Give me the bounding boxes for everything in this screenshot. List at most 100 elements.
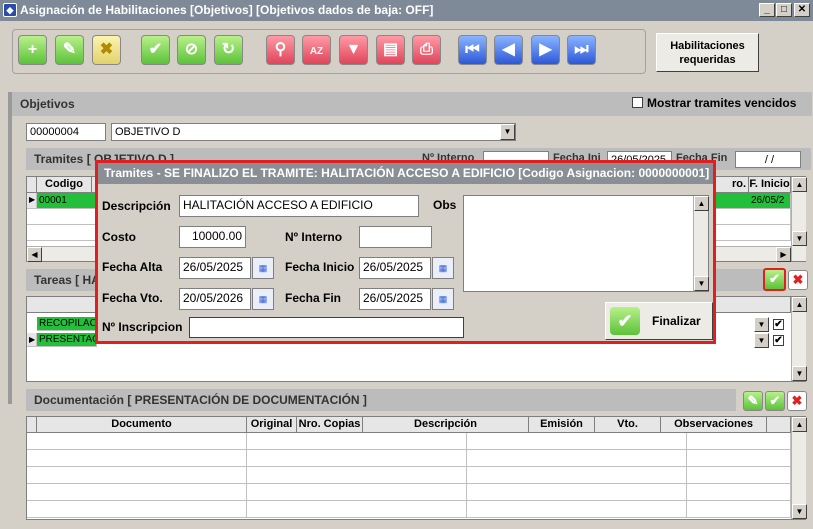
prev-icon: ◀ — [502, 41, 515, 58]
ninscripcion-label: Nº Inscripcion — [102, 320, 183, 334]
report-button[interactable]: ▤ — [376, 35, 405, 65]
scroll-down-icon[interactable]: ▼ — [792, 504, 807, 519]
window-title: Asignación de Habilitaciones [Objetivos]… — [20, 3, 434, 17]
print-icon: ⎙ — [420, 41, 433, 58]
doc-col-1[interactable]: Documento — [37, 417, 247, 433]
close-button[interactable]: ✕ — [794, 3, 810, 17]
descripcion-label: Descripción — [102, 199, 171, 213]
doc-col-2[interactable]: Original — [247, 417, 297, 433]
fecha-vto-label: Fecha Vto. — [102, 291, 163, 305]
calendar-icon[interactable]: ▦ — [252, 257, 274, 279]
doc-edit-button[interactable]: ✎ — [743, 391, 763, 411]
scroll-up-icon[interactable]: ▲ — [694, 196, 709, 211]
objetivo-code-field[interactable]: 00000004 — [26, 123, 106, 141]
doc-cancel-button[interactable]: ✖ — [787, 391, 807, 411]
scroll-up-icon[interactable]: ▲ — [792, 177, 807, 192]
doc-col-5[interactable]: Emisión — [529, 417, 595, 433]
scroll-right-icon[interactable]: ▶ — [776, 247, 791, 262]
add-button[interactable]: + — [18, 35, 47, 65]
tarea-row-2[interactable]: PRESENTAC — [37, 333, 97, 347]
chevron-down-icon[interactable]: ▼ — [754, 333, 769, 348]
next-button[interactable]: ▶ — [531, 35, 560, 65]
chevron-down-icon[interactable]: ▼ — [500, 124, 515, 140]
table-row[interactable] — [27, 450, 791, 467]
fecha-inicio-field[interactable]: 26/05/2025 — [359, 257, 431, 279]
scroll-up-icon[interactable]: ▲ — [792, 417, 807, 432]
window-titlebar: ◆ Asignación de Habilitaciones [Objetivo… — [0, 0, 813, 21]
delete-button[interactable]: ✖ — [92, 35, 121, 65]
show-expired-label: Mostrar tramites vencidos — [647, 96, 797, 110]
tareas-cancel-button[interactable]: ✖ — [788, 270, 808, 290]
fecha-fin-field[interactable]: 26/05/2025 — [359, 288, 431, 310]
last-button[interactable]: ⏭ — [567, 35, 596, 65]
table-row[interactable] — [27, 467, 791, 484]
obs-label: Obs — [433, 198, 457, 212]
tramites-fecha-fin-field[interactable]: / / — [735, 151, 801, 168]
cancel-icon: ⊘ — [184, 41, 199, 58]
first-icon: ⏮ — [465, 41, 480, 58]
doc-accept-button[interactable]: ✔ — [765, 391, 785, 411]
obs-vscroll[interactable]: ▲ ▼ — [693, 196, 709, 291]
scroll-left-icon[interactable]: ◀ — [27, 247, 42, 262]
doc-col-7[interactable]: Observaciones — [661, 417, 767, 433]
sort-button[interactable]: AZ — [302, 35, 331, 65]
tramites-vscroll[interactable]: ▲ ▼ — [791, 177, 807, 261]
ninterno-field[interactable] — [359, 226, 432, 248]
table-row[interactable] — [27, 501, 791, 518]
first-button[interactable]: ⏮ — [458, 35, 487, 65]
col-finicio[interactable]: F. Inicio — [749, 177, 791, 193]
habilitaciones-requeridas-button[interactable]: Habilitaciones requeridas — [656, 33, 759, 72]
search-button[interactable]: ⚲ — [266, 35, 295, 65]
accept-icon: ✔ — [148, 41, 163, 58]
accept-button[interactable]: ✔ — [141, 35, 170, 65]
calendar-icon[interactable]: ▦ — [252, 288, 274, 310]
last-icon: ⏭ — [574, 41, 589, 58]
filter-icon: ▼ — [345, 41, 362, 58]
refresh-button[interactable]: ↻ — [214, 35, 243, 65]
tree-line — [8, 92, 12, 404]
tareas-accept-button[interactable]: ✔ — [763, 268, 786, 291]
tarea-checkbox-1[interactable]: ✔ — [773, 319, 784, 330]
calendar-icon[interactable]: ▦ — [432, 288, 454, 310]
edit-icon: ✎ — [62, 41, 77, 58]
doc-vscroll[interactable]: ▲ ▼ — [791, 417, 807, 519]
finalizar-button[interactable]: ✔ Finalizar — [605, 302, 713, 340]
scroll-up-icon[interactable]: ▲ — [792, 297, 807, 312]
scroll-down-icon[interactable]: ▼ — [694, 276, 709, 291]
minimize-button[interactable]: _ — [759, 3, 775, 17]
prev-button[interactable]: ◀ — [494, 35, 523, 65]
doc-col-3[interactable]: Nro. Copias — [297, 417, 363, 433]
sort-icon: AZ — [309, 46, 324, 57]
finalizar-tramite-dialog: Tramites - SE FINALIZO EL TRAMITE: HALIT… — [95, 160, 716, 344]
fecha-alta-field[interactable]: 26/05/2025 — [179, 257, 251, 279]
ninscripcion-field[interactable] — [189, 317, 464, 338]
row-pointer-icon: ▶ — [27, 193, 37, 209]
doc-col-6[interactable]: Vto. — [595, 417, 661, 433]
scroll-down-icon[interactable]: ▼ — [792, 231, 807, 246]
filter-button[interactable]: ▼ — [339, 35, 368, 65]
chevron-down-icon[interactable]: ▼ — [754, 317, 769, 332]
tareas-vscroll[interactable]: ▲ ▼ — [791, 297, 807, 381]
objetivo-select[interactable]: OBJETIVO D ▼ — [111, 123, 516, 141]
table-row[interactable] — [27, 433, 791, 450]
calendar-icon[interactable]: ▦ — [432, 257, 454, 279]
tarea-row-1[interactable]: RECOPILAC — [37, 317, 97, 331]
maximize-button[interactable]: □ — [776, 3, 792, 17]
col-codigo[interactable]: Codigo — [37, 177, 92, 193]
print-button[interactable]: ⎙ — [412, 35, 441, 65]
objetivo-name: OBJETIVO D — [115, 126, 181, 138]
obs-textarea[interactable]: ▲ ▼ — [463, 195, 709, 292]
tramite-finicio: 26/05/2 — [749, 193, 791, 209]
scroll-down-icon[interactable]: ▼ — [792, 366, 807, 381]
tarea-checkbox-2[interactable]: ✔ — [773, 335, 784, 346]
show-expired-checkbox[interactable] — [632, 97, 643, 108]
costo-field[interactable]: 10000.00 — [179, 226, 246, 248]
table-row[interactable] — [27, 484, 791, 501]
cancel-button[interactable]: ⊘ — [177, 35, 206, 65]
fecha-vto-field[interactable]: 20/05/2026 — [179, 288, 251, 310]
descripcion-field[interactable]: HALITACIÓN ACCESO A EDIFICIO — [179, 195, 419, 217]
fecha-inicio-label: Fecha Inicio — [285, 260, 355, 274]
edit-button[interactable]: ✎ — [55, 35, 84, 65]
doc-col-4[interactable]: Descripción — [363, 417, 529, 433]
col-ro[interactable]: ro. — [717, 177, 749, 193]
